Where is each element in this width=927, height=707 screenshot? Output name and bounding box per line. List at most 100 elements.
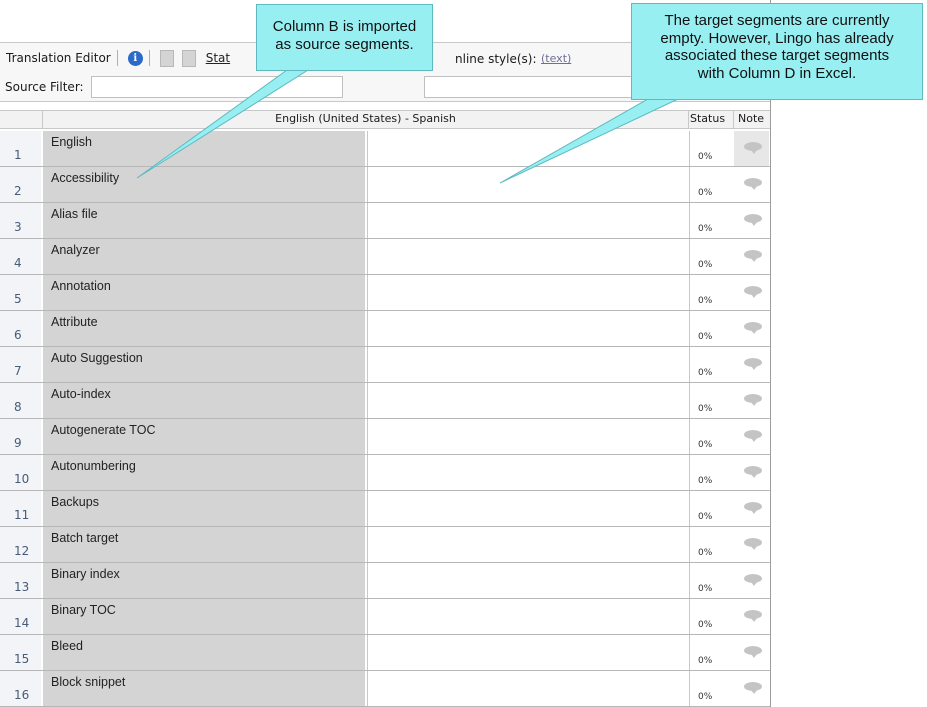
segment-row[interactable]: 12 Batch target 0% (0, 527, 770, 563)
target-segment-cell[interactable] (367, 635, 690, 670)
segment-row[interactable]: 2 Accessibility 0% (0, 167, 770, 203)
note-column-header[interactable]: Note (738, 112, 764, 125)
note-cell[interactable] (734, 671, 769, 706)
status-value: 0% (698, 548, 713, 558)
source-segment-cell[interactable]: Alias file (43, 203, 365, 238)
segment-row[interactable]: 5 Annotation 0% (0, 275, 770, 311)
status-value: 0% (698, 368, 713, 378)
segment-row[interactable]: 16 Block snippet 0% (0, 671, 770, 707)
statistics-link[interactable]: Stat (206, 51, 230, 65)
source-segment-cell[interactable]: Batch target (43, 527, 365, 562)
source-segment-text: Autonumbering (51, 459, 136, 473)
row-number: 13 (14, 580, 30, 594)
note-cell[interactable] (734, 275, 769, 310)
note-cell[interactable] (734, 311, 769, 346)
note-cell[interactable] (734, 239, 769, 274)
row-number: 9 (14, 436, 22, 450)
row-number: 16 (14, 688, 30, 702)
target-segment-cell[interactable] (367, 563, 690, 598)
target-segment-cell[interactable] (367, 131, 690, 166)
next-segment-icon[interactable] (181, 49, 196, 67)
segment-row[interactable]: 13 Binary index 0% (0, 563, 770, 599)
source-segment-cell[interactable]: Auto Suggestion (43, 347, 365, 382)
source-segment-cell[interactable]: Accessibility (43, 167, 365, 202)
row-number: 15 (14, 652, 30, 666)
row-number: 1 (14, 148, 22, 162)
header-divider (688, 111, 689, 128)
target-segment-cell[interactable] (367, 347, 690, 382)
note-cell[interactable] (734, 599, 769, 634)
segment-row[interactable]: 8 Auto-index 0% (0, 383, 770, 419)
source-segment-cell[interactable]: Binary TOC (43, 599, 365, 634)
source-segment-cell[interactable]: Binary index (43, 563, 365, 598)
previous-segment-icon[interactable] (159, 49, 174, 67)
segment-row[interactable]: 3 Alias file 0% (0, 203, 770, 239)
target-segment-cell[interactable] (367, 167, 690, 202)
segment-row[interactable]: 14 Binary TOC 0% (0, 599, 770, 635)
source-segment-cell[interactable]: English (43, 131, 365, 166)
source-segment-cell[interactable]: Bleed (43, 635, 365, 670)
note-bubble-tail (751, 294, 757, 298)
status-value: 0% (698, 332, 713, 342)
target-segment-cell[interactable] (367, 599, 690, 634)
toolbar-separator (148, 50, 150, 66)
row-number: 10 (14, 472, 30, 486)
source-segment-cell[interactable]: Autonumbering (43, 455, 365, 490)
info-icon[interactable]: i (127, 50, 143, 66)
segment-row[interactable]: 10 Autonumbering 0% (0, 455, 770, 491)
source-segment-text: Backups (51, 495, 99, 509)
status-value: 0% (698, 224, 713, 234)
note-cell[interactable] (734, 635, 769, 670)
segment-row[interactable]: 9 Autogenerate TOC 0% (0, 419, 770, 455)
target-segment-cell[interactable] (367, 491, 690, 526)
status-cell: 0% (690, 275, 732, 310)
source-segment-text: Bleed (51, 639, 83, 653)
source-segment-cell[interactable]: Backups (43, 491, 365, 526)
target-segment-cell[interactable] (367, 203, 690, 238)
segment-row[interactable]: 7 Auto Suggestion 0% (0, 347, 770, 383)
segment-row[interactable]: 11 Backups 0% (0, 491, 770, 527)
target-segment-cell[interactable] (367, 275, 690, 310)
inline-style-value[interactable]: (text) (541, 52, 571, 65)
target-segment-cell[interactable] (367, 455, 690, 490)
note-cell[interactable] (734, 491, 769, 526)
note-cell[interactable] (734, 203, 769, 238)
note-bubble-tail (751, 582, 757, 586)
source-segment-cell[interactable]: Block snippet (43, 671, 365, 706)
status-column-header[interactable]: Status (690, 112, 725, 125)
source-segment-cell[interactable]: Annotation (43, 275, 365, 310)
source-segment-cell[interactable]: Auto-index (43, 383, 365, 418)
status-cell: 0% (690, 383, 732, 418)
segment-row[interactable]: 6 Attribute 0% (0, 311, 770, 347)
row-number: 7 (14, 364, 22, 378)
note-cell[interactable] (734, 527, 769, 562)
target-segment-cell[interactable] (367, 527, 690, 562)
row-number-cell: 12 (0, 527, 41, 562)
grid-header: English (United States) - Spanish Status… (0, 110, 770, 129)
target-segment-cell[interactable] (367, 671, 690, 706)
source-segment-cell[interactable]: Attribute (43, 311, 365, 346)
note-cell[interactable] (734, 563, 769, 598)
target-segment-cell[interactable] (367, 419, 690, 454)
inline-style-label: nline style(s): (455, 52, 537, 66)
row-number-cell: 16 (0, 671, 41, 706)
target-segment-cell[interactable] (367, 383, 690, 418)
source-segment-cell[interactable]: Autogenerate TOC (43, 419, 365, 454)
note-cell[interactable] (734, 131, 769, 166)
note-bubble-tail (751, 330, 757, 334)
callout-text: empty. However, Lingo has already (660, 29, 894, 47)
target-segment-cell[interactable] (367, 239, 690, 274)
segment-row[interactable]: 15 Bleed 0% (0, 635, 770, 671)
note-cell[interactable] (734, 383, 769, 418)
row-number: 8 (14, 400, 22, 414)
note-cell[interactable] (734, 167, 769, 202)
segment-row[interactable]: 1 English 0% (0, 131, 770, 167)
segment-row[interactable]: 4 Analyzer 0% (0, 239, 770, 275)
source-segment-cell[interactable]: Analyzer (43, 239, 365, 274)
note-bubble-tail (751, 402, 757, 406)
note-cell[interactable] (734, 455, 769, 490)
source-filter-input[interactable] (91, 76, 343, 98)
target-segment-cell[interactable] (367, 311, 690, 346)
note-cell[interactable] (734, 419, 769, 454)
note-cell[interactable] (734, 347, 769, 382)
